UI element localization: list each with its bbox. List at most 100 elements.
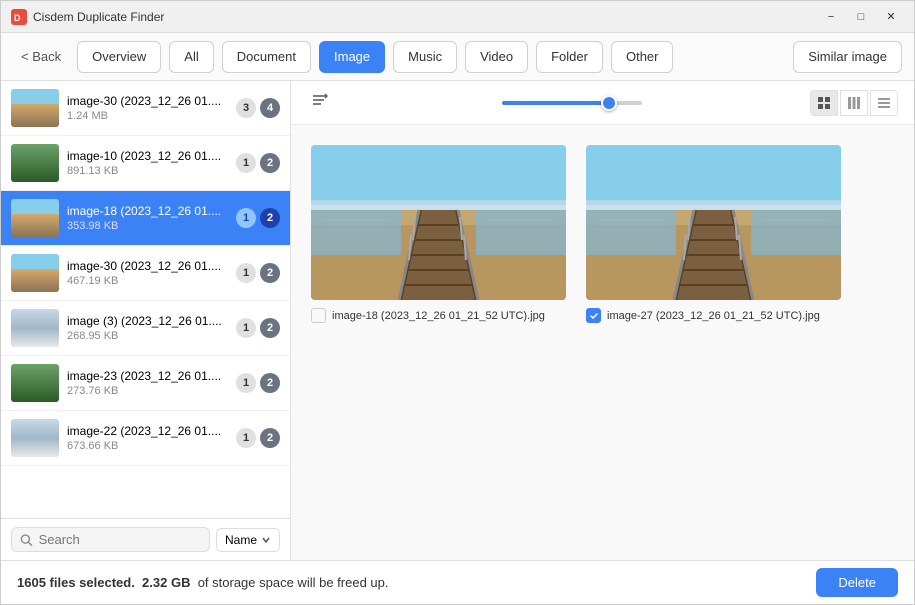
- tab-music[interactable]: Music: [393, 41, 457, 73]
- badge-count-1: 1: [236, 153, 256, 173]
- badge-count-2: 2: [260, 373, 280, 393]
- app-icon: D: [11, 9, 27, 25]
- badge-count-1: 1: [236, 318, 256, 338]
- status-files-count: 1605 files selected.: [17, 575, 135, 590]
- sort-button[interactable]: Name: [216, 528, 280, 552]
- file-badges: 1 2: [236, 153, 280, 173]
- status-size: 2.32 GB: [142, 575, 190, 590]
- zoom-slider[interactable]: [502, 101, 642, 105]
- file-info: image-10 (2023_12_26 01.... 891.13 KB: [67, 149, 228, 177]
- badge-count-2: 2: [260, 153, 280, 173]
- file-info: image-30 (2023_12_26 01.... 1.24 MB: [67, 94, 228, 122]
- list-item[interactable]: image-23 (2023_12_26 01.... 273.76 KB 1 …: [1, 356, 290, 411]
- grid-view-button[interactable]: [810, 90, 838, 116]
- left-panel: image-30 (2023_12_26 01.... 1.24 MB 3 4 …: [1, 81, 291, 560]
- file-thumbnail: [11, 144, 59, 182]
- tab-other[interactable]: Other: [611, 41, 674, 73]
- badge-count-1: 3: [236, 98, 256, 118]
- file-thumbnail: [11, 419, 59, 457]
- badge-count-2: 4: [260, 98, 280, 118]
- right-panel: image-18 (2023_12_26 01_21_52 UTC).jpg: [291, 81, 914, 560]
- file-info: image-30 (2023_12_26 01.... 467.19 KB: [67, 259, 228, 287]
- file-badges: 3 4: [236, 98, 280, 118]
- file-name: image-30 (2023_12_26 01....: [67, 94, 228, 108]
- badge-count-1: 1: [236, 263, 256, 283]
- file-name: image-22 (2023_12_26 01....: [67, 424, 228, 438]
- search-input[interactable]: [39, 532, 201, 547]
- image-card: image-27 (2023_12_26 01_21_52 UTC).jpg: [586, 145, 841, 323]
- list-item[interactable]: image (3) (2023_12_26 01.... 268.95 KB 1…: [1, 301, 290, 356]
- badge-count-1: 1: [236, 373, 256, 393]
- file-badges: 1 2: [236, 208, 280, 228]
- file-info: image-18 (2023_12_26 01.... 353.98 KB: [67, 204, 228, 232]
- list-view-button[interactable]: [870, 90, 898, 116]
- badge-count-2: 2: [260, 263, 280, 283]
- file-name: image-18 (2023_12_26 01....: [67, 204, 228, 218]
- status-suffix: of storage space will be freed up.: [198, 575, 389, 590]
- image-preview: [311, 145, 566, 300]
- tab-video[interactable]: Video: [465, 41, 528, 73]
- file-size: 268.95 KB: [67, 330, 228, 342]
- image-grid: image-18 (2023_12_26 01_21_52 UTC).jpg: [291, 125, 914, 560]
- main-content: image-30 (2023_12_26 01.... 1.24 MB 3 4 …: [1, 81, 914, 560]
- image-checkbox-1[interactable]: [311, 308, 326, 323]
- right-toolbar: [291, 81, 914, 125]
- zoom-slider-container: [345, 101, 798, 105]
- file-thumbnail: [11, 89, 59, 127]
- file-thumbnail: [11, 364, 59, 402]
- sort-label: Name: [225, 533, 257, 547]
- tab-overview[interactable]: Overview: [77, 41, 161, 73]
- minimize-button[interactable]: −: [818, 7, 844, 27]
- column-view-button[interactable]: [840, 90, 868, 116]
- image-row: image-18 (2023_12_26 01_21_52 UTC).jpg: [311, 145, 894, 323]
- tab-folder[interactable]: Folder: [536, 41, 603, 73]
- file-name: image-10 (2023_12_26 01....: [67, 149, 228, 163]
- view-toggles: [810, 90, 898, 116]
- file-badges: 1 2: [236, 373, 280, 393]
- file-size: 891.13 KB: [67, 165, 228, 177]
- image-card: image-18 (2023_12_26 01_21_52 UTC).jpg: [311, 145, 566, 323]
- file-badges: 1 2: [236, 318, 280, 338]
- image-filename-2: image-27 (2023_12_26 01_21_52 UTC).jpg: [607, 310, 820, 322]
- tab-image[interactable]: Image: [319, 41, 385, 73]
- list-item[interactable]: image-30 (2023_12_26 01.... 1.24 MB 3 4: [1, 81, 290, 136]
- chevron-down-icon: [261, 535, 271, 545]
- delete-button[interactable]: Delete: [816, 568, 898, 597]
- list-item[interactable]: image-22 (2023_12_26 01.... 673.66 KB 1 …: [1, 411, 290, 466]
- file-name: image (3) (2023_12_26 01....: [67, 314, 228, 328]
- close-button[interactable]: ✕: [878, 7, 904, 27]
- file-info: image-22 (2023_12_26 01.... 673.66 KB: [67, 424, 228, 452]
- file-size: 467.19 KB: [67, 275, 228, 287]
- list-item[interactable]: image-18 (2023_12_26 01.... 353.98 KB 1 …: [1, 191, 290, 246]
- status-bar: 1605 files selected. 2.32 GB of storage …: [1, 560, 914, 604]
- badge-count-2: 2: [260, 428, 280, 448]
- badge-count-2: 2: [260, 208, 280, 228]
- file-info: image (3) (2023_12_26 01.... 268.95 KB: [67, 314, 228, 342]
- list-item[interactable]: image-10 (2023_12_26 01.... 891.13 KB 1 …: [1, 136, 290, 191]
- tab-all[interactable]: All: [169, 41, 213, 73]
- svg-text:D: D: [14, 13, 21, 23]
- image-label-row: image-18 (2023_12_26 01_21_52 UTC).jpg: [311, 308, 566, 323]
- back-button[interactable]: < Back: [13, 45, 69, 68]
- search-wrapper[interactable]: [11, 527, 210, 552]
- app-title: Cisdem Duplicate Finder: [33, 10, 818, 24]
- file-thumbnail: [11, 199, 59, 237]
- maximize-button[interactable]: □: [848, 7, 874, 27]
- search-bar: Name: [1, 518, 290, 560]
- search-icon: [20, 533, 33, 547]
- file-thumbnail: [11, 309, 59, 347]
- file-list: image-30 (2023_12_26 01.... 1.24 MB 3 4 …: [1, 81, 290, 518]
- status-text: 1605 files selected. 2.32 GB of storage …: [17, 575, 812, 590]
- similar-image-button[interactable]: Similar image: [793, 41, 902, 73]
- badge-count-1: 1: [236, 428, 256, 448]
- tab-document[interactable]: Document: [222, 41, 311, 73]
- file-badges: 1 2: [236, 263, 280, 283]
- file-thumbnail: [11, 254, 59, 292]
- window-controls: − □ ✕: [818, 7, 904, 27]
- badge-count-1: 1: [236, 208, 256, 228]
- file-name: image-30 (2023_12_26 01....: [67, 259, 228, 273]
- list-item[interactable]: image-30 (2023_12_26 01.... 467.19 KB 1 …: [1, 246, 290, 301]
- sort-order-button[interactable]: [307, 87, 333, 118]
- image-checkbox-2[interactable]: [586, 308, 601, 323]
- title-bar: D Cisdem Duplicate Finder − □ ✕: [1, 1, 914, 33]
